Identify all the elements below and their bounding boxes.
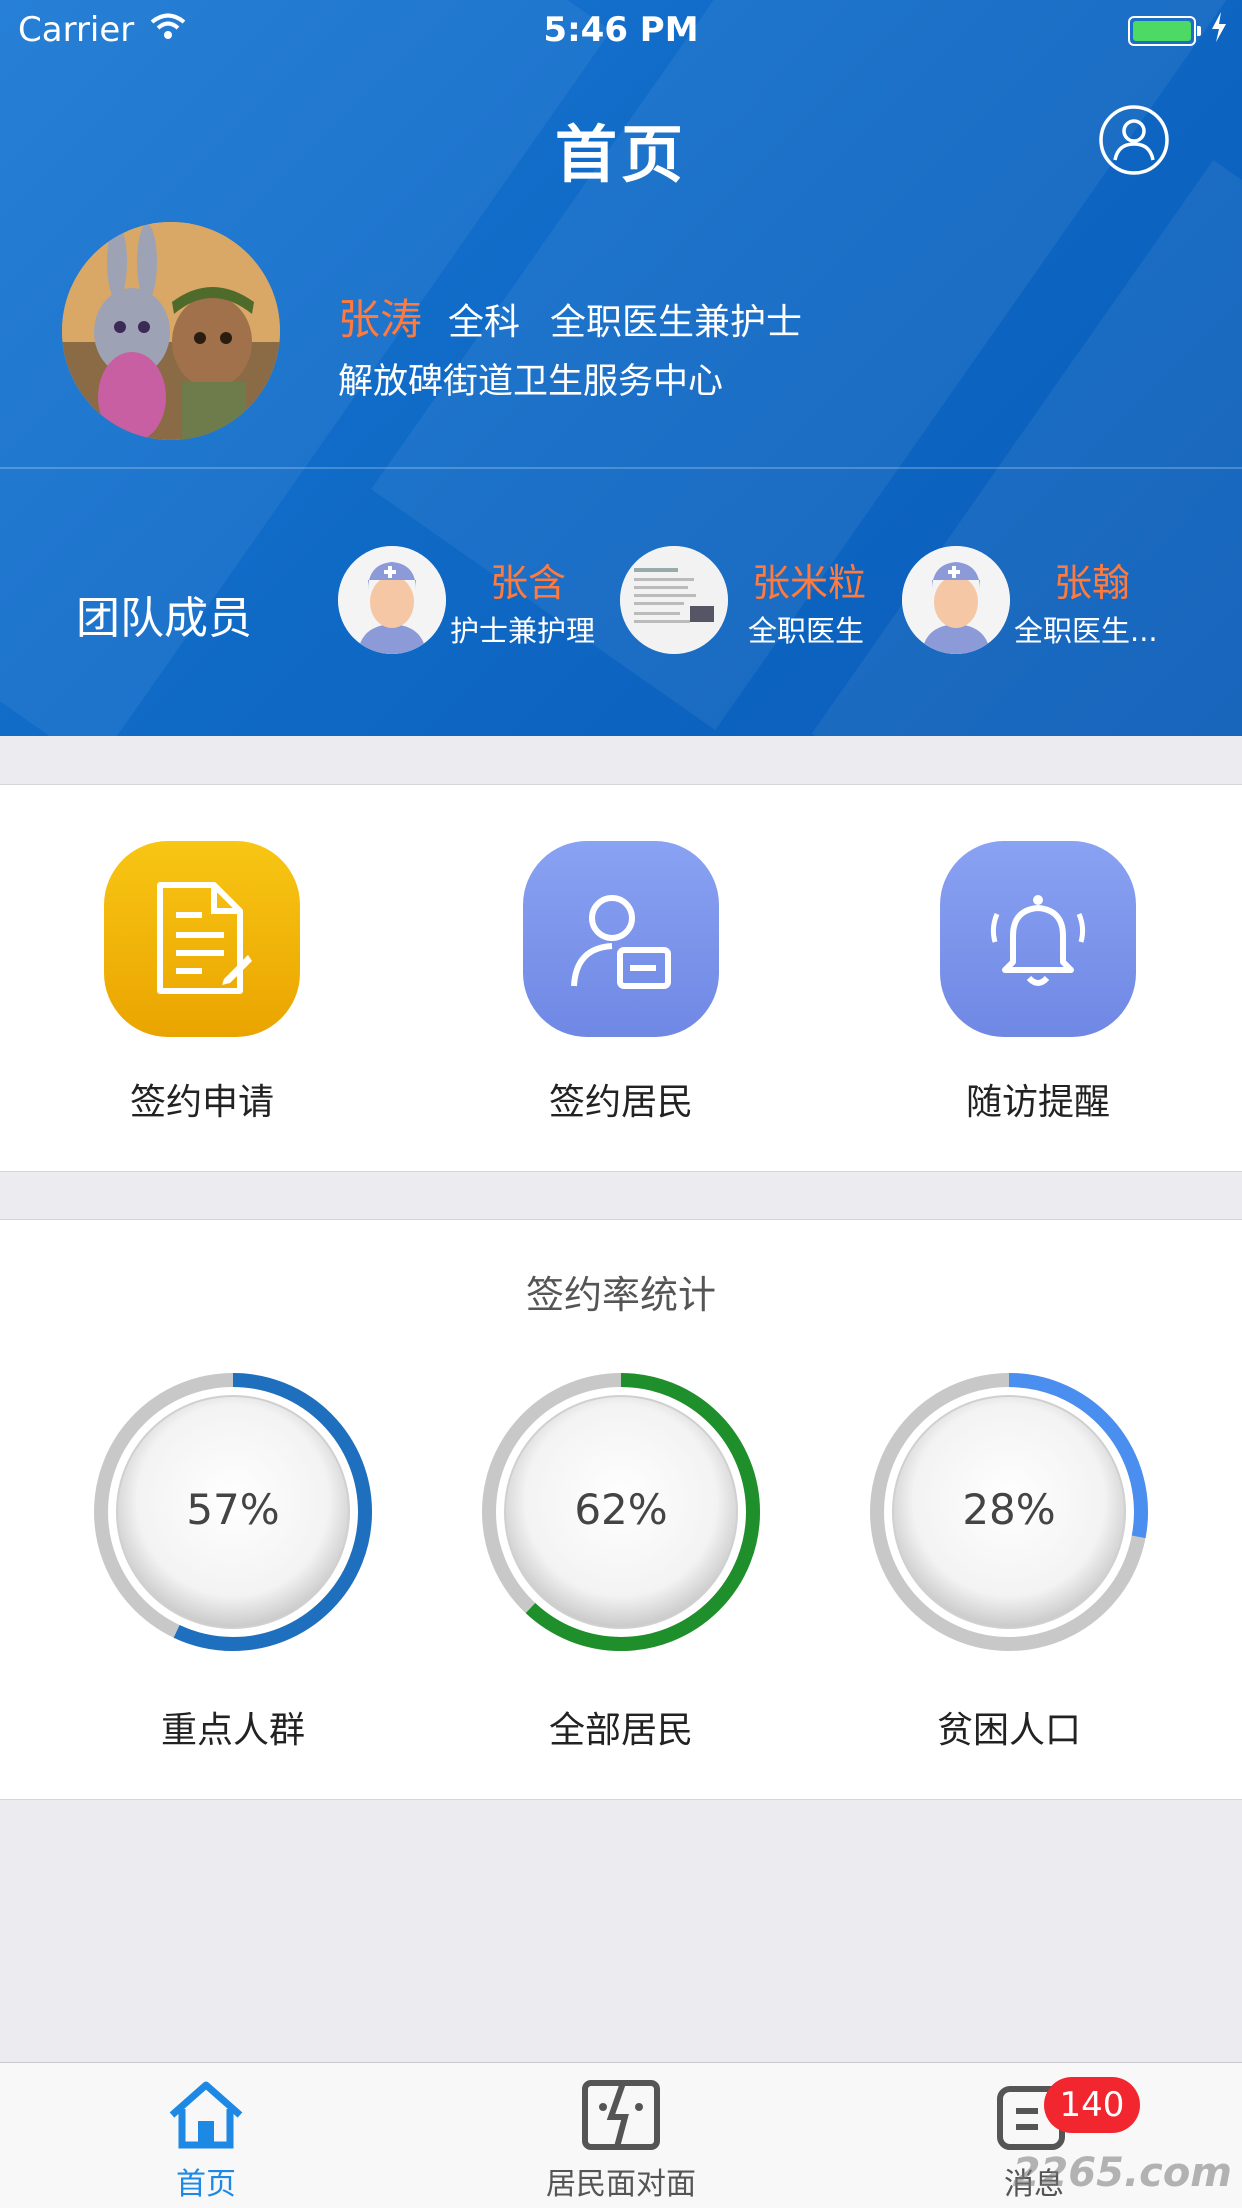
doctor-position: 全职医生兼护士 (550, 302, 803, 343)
stat-poverty-population[interactable]: 28% 贫困人口 (864, 1367, 1154, 1753)
member-name: 张米粒 (752, 561, 867, 605)
team-member[interactable]: 张含 护士兼护理 (338, 546, 628, 656)
member-role: 全职医生 (748, 614, 865, 648)
member-name: 张翰 (1054, 561, 1131, 605)
action-label: 签约居民 (548, 1082, 693, 1123)
user-profile-icon[interactable] (1098, 104, 1170, 176)
member-role: 全职医生... (1014, 614, 1158, 648)
charging-icon (1212, 12, 1226, 42)
member-name: 张含 (490, 561, 567, 605)
doctor-department: 全科 (448, 302, 521, 343)
avatar-illustration (62, 222, 280, 440)
signing-rate-stats: 签约率统计 57% 重点人群 62% 全部居民 28% 贫困人口 (0, 1219, 1242, 1800)
signed-residents-button[interactable]: 签约居民 (471, 841, 771, 1125)
action-label: 签约申请 (129, 1082, 274, 1123)
stat-label: 贫困人口 (936, 1710, 1081, 1751)
stat-percentage: 57% (186, 1485, 280, 1534)
doctor-organization: 解放碑街道卫生服务中心 (338, 362, 724, 402)
home-icon (169, 2081, 243, 2149)
team-label: 团队成员 (76, 593, 252, 644)
team-member[interactable]: 张米粒 全职医生 (620, 546, 910, 656)
doctor-info: 张涛 全科 全职医生兼护士 解放碑街道卫生服务中心 (338, 286, 802, 404)
doctor-name: 张涛 (338, 295, 423, 344)
home-header: Carrier 5:46 PM 首页 张涛 全科 全职医生兼护士 解放碑街道卫生… (0, 0, 1242, 736)
stat-all-residents[interactable]: 62% 全部居民 (476, 1367, 766, 1753)
member-photo (620, 546, 728, 654)
page-title: 首页 (554, 118, 687, 191)
doctor-avatar[interactable] (62, 222, 280, 440)
battery-icon (1128, 16, 1201, 46)
bell-icon (940, 841, 1136, 1037)
stat-key-population[interactable]: 57% 重点人群 (88, 1367, 378, 1753)
sign-application-button[interactable]: 签约申请 (52, 841, 352, 1125)
nurse-avatar-icon (902, 546, 1010, 654)
stat-percentage: 62% (574, 1485, 668, 1534)
follow-up-reminder-button[interactable]: 随访提醒 (888, 841, 1188, 1125)
nurse-avatar-icon (338, 546, 446, 654)
tab-home[interactable]: 首页 (56, 2079, 356, 2203)
stats-title: 签约率统计 (525, 1273, 716, 1317)
status-bar: Carrier 5:46 PM (0, 0, 1242, 60)
tab-face-to-face[interactable]: 居民面对面 (471, 2079, 771, 2203)
action-label: 随访提醒 (965, 1082, 1110, 1123)
member-role: 护士兼护理 (450, 614, 596, 648)
watermark: 2265.com (1012, 2150, 1232, 2196)
stat-percentage: 28% (962, 1485, 1056, 1534)
unread-badge: 140 (1044, 2077, 1140, 2133)
team-member[interactable]: 张翰 全职医生... (902, 546, 1192, 656)
stat-label: 全部居民 (548, 1710, 693, 1751)
header-divider (0, 467, 1242, 469)
tab-label: 居民面对面 (546, 2167, 696, 2202)
clock: 5:46 PM (543, 10, 699, 50)
tab-label: 首页 (176, 2167, 236, 2202)
tab-bar: 首页 居民面对面 140 消息 2265.com (0, 2062, 1242, 2208)
stat-label: 重点人群 (160, 1710, 305, 1751)
face-to-face-icon (582, 2080, 660, 2150)
resident-card-icon (523, 841, 719, 1037)
document-icon (104, 841, 300, 1037)
quick-actions: 签约申请 签约居民 随访提醒 (0, 784, 1242, 1172)
